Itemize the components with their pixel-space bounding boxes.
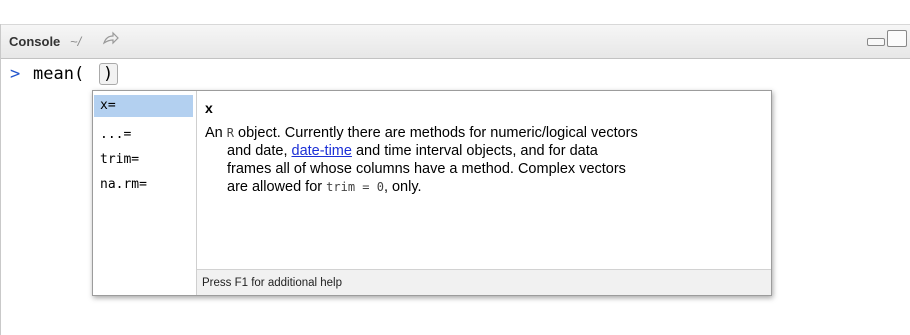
cursor-closing-paren: ) xyxy=(99,63,118,85)
maximize-icon[interactable] xyxy=(887,30,907,47)
minimize-icon[interactable] xyxy=(867,38,885,46)
help-panel: x An R object. Currently there are metho… xyxy=(197,91,771,295)
date-time-link[interactable]: date-time xyxy=(292,143,352,159)
help-description: An R object. Currently there are methods… xyxy=(205,125,638,195)
arg-item-na-rm[interactable]: na.rm= xyxy=(94,174,193,196)
console-path: ~/ xyxy=(70,34,82,49)
console-title: Console xyxy=(9,34,61,49)
autocomplete-popup: x= ...= trim= na.rm= x An R object. Curr… xyxy=(92,90,772,296)
arg-item-x[interactable]: x= xyxy=(94,95,193,117)
top-edge xyxy=(0,0,910,25)
arg-item-dots[interactable]: ...= xyxy=(94,124,193,146)
help-footer: Press F1 for additional help xyxy=(197,269,771,295)
console-header: Console ~/ xyxy=(1,25,910,59)
console-prompt: > xyxy=(10,64,21,84)
argument-list: x= ...= trim= na.rm= xyxy=(93,91,197,295)
r-logo-text: R xyxy=(226,126,234,140)
inline-code: trim = 0 xyxy=(326,180,384,194)
console-command[interactable]: mean( xyxy=(33,64,84,84)
arrow-goto-icon[interactable] xyxy=(102,31,120,47)
arg-item-trim[interactable]: trim= xyxy=(94,149,193,171)
help-title: x xyxy=(205,100,213,116)
